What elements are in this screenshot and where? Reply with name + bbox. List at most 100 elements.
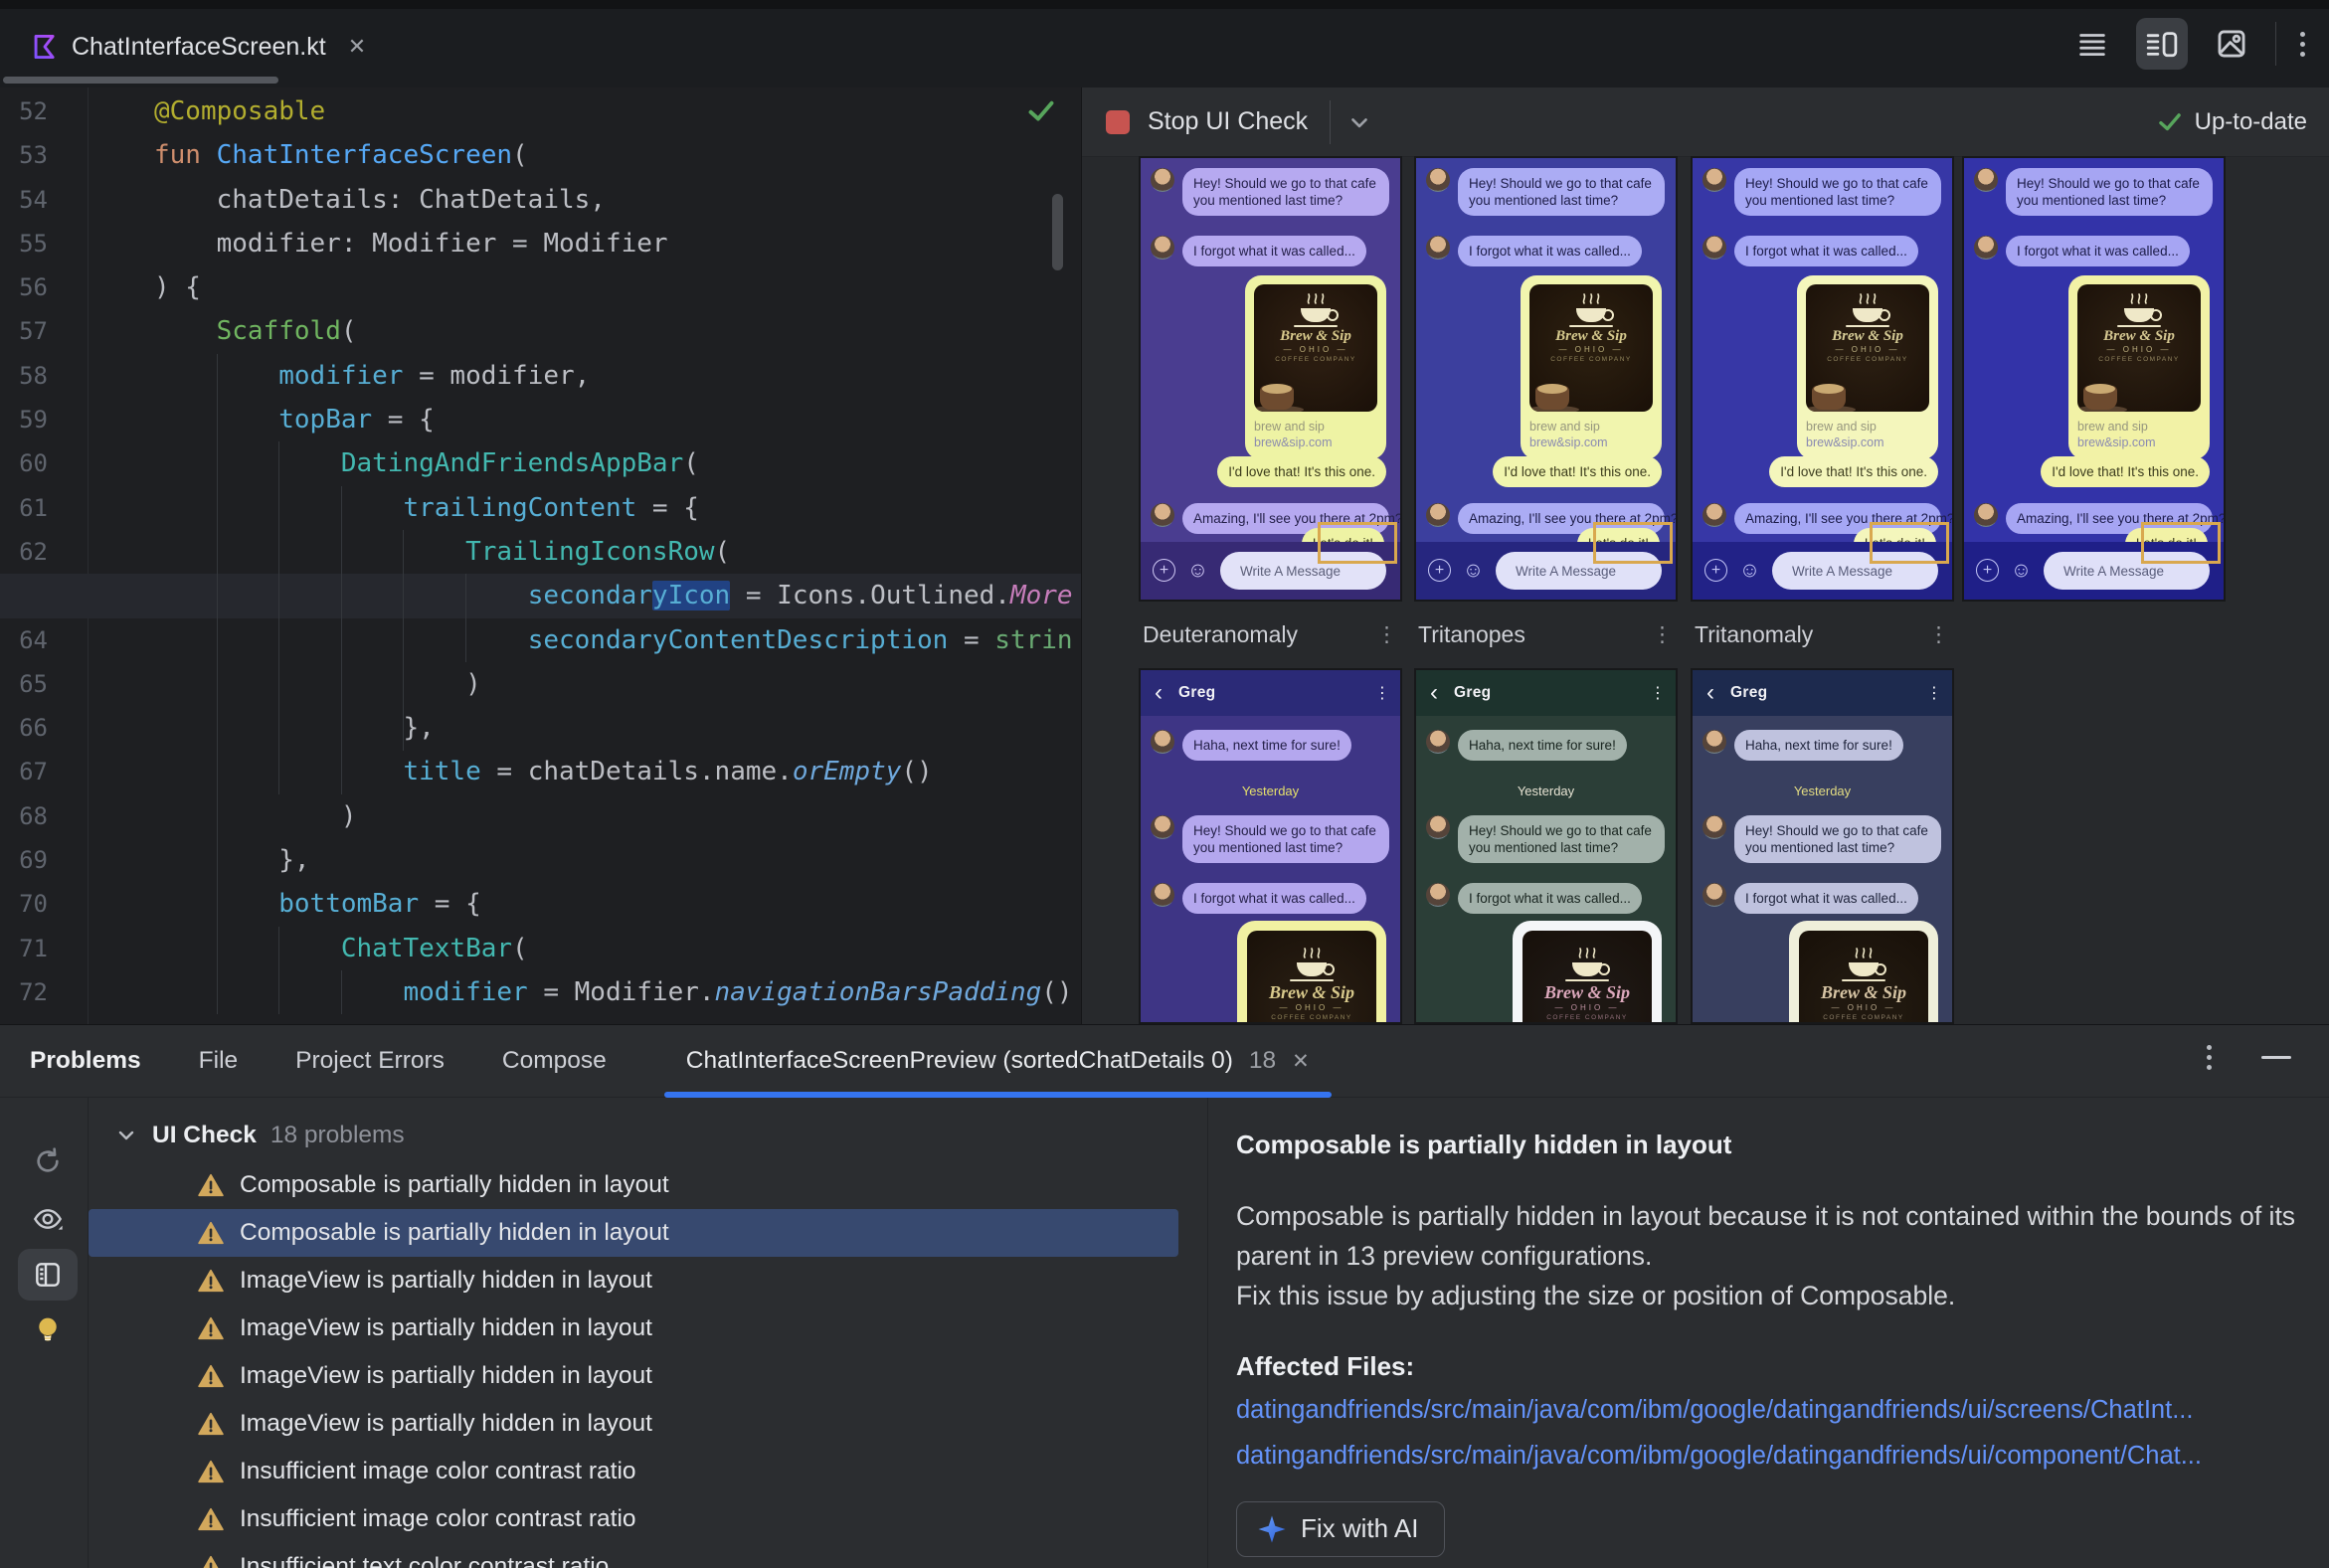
stop-dropdown-chevron-icon[interactable]	[1346, 109, 1372, 135]
code-line[interactable]: ChatTextBar(	[0, 927, 1081, 970]
card-caption: brew&sip.com	[1806, 436, 1884, 449]
add-icon[interactable]: +	[1704, 559, 1727, 582]
eye-filter-icon[interactable]	[18, 1193, 78, 1245]
chat-message-received: Haha, next time for sure!	[1151, 730, 1351, 761]
back-icon[interactable]: ‹	[1155, 681, 1163, 705]
preview-phone-row1[interactable]: Hey! Should we go to that cafe you menti…	[1414, 156, 1678, 602]
panel-kebab-menu-icon[interactable]	[2201, 1039, 2218, 1076]
code-line[interactable]: chatDetails: ChatDetails,	[0, 178, 1081, 222]
split-view-icon[interactable]	[2136, 18, 2188, 70]
problem-item[interactable]: ImageView is partially hidden in layout	[89, 1400, 1206, 1448]
panel-tab-preview-active[interactable]: ChatInterfaceScreenPreview (sortedChatDe…	[663, 1025, 1332, 1098]
preview-phone-row1[interactable]: Hey! Should we go to that cafe you menti…	[1691, 156, 1954, 602]
code-line[interactable]: modifier = modifier,	[0, 354, 1081, 398]
shared-link-card[interactable]: Brew & Sip — OHIO — COFFEE COMPANY brew and…	[1797, 275, 1938, 459]
emoji-icon[interactable]: ☺	[2010, 559, 2033, 582]
code-line[interactable]: modifier = Modifier.navigationBarsPaddin…	[0, 970, 1081, 1014]
preview-canvas[interactable]: Hey! Should we go to that cafe you menti…	[1082, 156, 2329, 1024]
preview-phone-row2[interactable]: ‹ Greg ⋮ Haha, next time for sure! Yesterday…	[1139, 668, 1402, 1024]
main-kebab-menu-icon[interactable]	[2294, 26, 2311, 63]
code-line[interactable]: )	[0, 794, 1081, 838]
code-line[interactable]: )	[0, 662, 1081, 706]
problem-item[interactable]: ImageView is partially hidden in layout	[89, 1257, 1206, 1305]
code-line[interactable]: ) {	[0, 265, 1081, 309]
preview-phone-row2[interactable]: ‹ Greg ⋮ Haha, next time for sure! Yesterday…	[1691, 668, 1954, 1024]
shared-link-card[interactable]: Brew & Sip — OHIO — COFFEE COMPANY brew and…	[1245, 275, 1386, 459]
details-view-icon[interactable]	[18, 1249, 78, 1301]
shared-link-card[interactable]: Brew & Sip — OHIO — COFFEE COMPANY	[1237, 921, 1386, 1022]
code-line[interactable]: secondaryContentDescription = strin	[0, 618, 1081, 662]
panel-tab-problems[interactable]: Problems	[30, 1047, 141, 1075]
code-editor[interactable]: 5253545556575859606162636465666768697071…	[0, 87, 1082, 1024]
problem-item[interactable]: ImageView is partially hidden in layout	[89, 1352, 1206, 1400]
emoji-icon[interactable]: ☺	[1738, 559, 1761, 582]
editor-scrollbar[interactable]	[1052, 194, 1063, 270]
editor-tab-chatinterfacescreen[interactable]: ChatInterfaceScreen.kt ✕	[18, 18, 380, 76]
tab-close-icon[interactable]: ✕	[1292, 1049, 1310, 1074]
tab-strip-scrollbar[interactable]	[3, 77, 278, 84]
preview-view-icon[interactable]	[2206, 18, 2257, 70]
code-line[interactable]: onAddClick = {}	[0, 1014, 1081, 1024]
code-line[interactable]: @Composable	[0, 89, 1081, 133]
code-line[interactable]: Scaffold(	[0, 309, 1081, 353]
code-line[interactable]: fun ChatInterfaceScreen(	[0, 133, 1081, 177]
lightbulb-icon[interactable]	[18, 1305, 78, 1356]
tab-close-icon[interactable]: ✕	[348, 34, 366, 60]
coffee-cup-icon	[1846, 308, 1890, 327]
shared-link-card[interactable]: Brew & Sip — OHIO — COFFEE COMPANY	[1513, 921, 1662, 1022]
card-arc-text: COFFEE COMPANY	[1275, 356, 1356, 363]
stop-ui-check-button[interactable]: Stop UI Check	[1106, 107, 1308, 136]
warning-icon	[198, 1364, 224, 1388]
code-line[interactable]: DatingAndFriendsAppBar(	[0, 441, 1081, 485]
shared-link-card[interactable]: Brew & Sip — OHIO — COFFEE COMPANY brew and…	[2068, 275, 2210, 459]
code-line[interactable]: modifier: Modifier = Modifier	[0, 222, 1081, 265]
preview-kebab-icon[interactable]: ⋮	[1928, 622, 1950, 647]
code-line[interactable]: bottomBar = {	[0, 882, 1081, 926]
code-line[interactable]: trailingContent = {	[0, 486, 1081, 530]
code-line[interactable]: title = chatDetails.name.orEmpty()	[0, 750, 1081, 793]
chat-kebab-icon[interactable]: ⋮	[1650, 683, 1666, 703]
ui-check-group-row[interactable]: UI Check 18 problems	[89, 1110, 1206, 1161]
code-area[interactable]: @Composable fun ChatInterfaceScreen( chat…	[0, 89, 1081, 1024]
problem-item[interactable]: Insufficient text color contrast ratio	[89, 1543, 1206, 1568]
emoji-icon[interactable]: ☺	[1186, 559, 1209, 582]
problem-item[interactable]: ImageView is partially hidden in layout	[89, 1305, 1206, 1352]
preview-phone-row1[interactable]: Hey! Should we go to that cafe you menti…	[1139, 156, 1402, 602]
back-icon[interactable]: ‹	[1430, 681, 1438, 705]
chat-kebab-icon[interactable]: ⋮	[1374, 683, 1390, 703]
ai-sparkle-icon	[1258, 1515, 1286, 1542]
preview-kebab-icon[interactable]: ⋮	[1652, 622, 1674, 647]
problem-item[interactable]: Insufficient image color contrast ratio	[89, 1495, 1206, 1543]
code-line[interactable]: },	[0, 706, 1081, 750]
add-icon[interactable]: +	[1428, 559, 1451, 582]
panel-tab-project-errors[interactable]: Project Errors	[295, 1047, 445, 1075]
affected-file-link[interactable]: datingandfriends/src/main/java/com/ibm/g…	[1236, 1438, 2329, 1474]
emoji-icon[interactable]: ☺	[1462, 559, 1485, 582]
code-view-icon[interactable]	[2066, 18, 2118, 70]
affected-file-link[interactable]: datingandfriends/src/main/java/com/ibm/g…	[1236, 1392, 2329, 1428]
code-line[interactable]: },	[0, 838, 1081, 882]
chat-message-sent: I'd love that! It's this one.	[1493, 456, 1662, 487]
panel-tab-compose[interactable]: Compose	[502, 1047, 607, 1075]
problem-item[interactable]: Insufficient image color contrast ratio	[89, 1448, 1206, 1495]
fix-with-ai-button[interactable]: Fix with AI	[1236, 1501, 1446, 1557]
shared-link-card[interactable]: Brew & Sip — OHIO — COFFEE COMPANY	[1789, 921, 1938, 1022]
code-line[interactable]: topBar = {	[0, 398, 1081, 441]
inspection-ok-icon[interactable]	[1026, 97, 1056, 130]
shared-link-card[interactable]: Brew & Sip — OHIO — COFFEE COMPANY brew and…	[1521, 275, 1662, 459]
chat-kebab-icon[interactable]: ⋮	[1926, 683, 1942, 703]
preview-kebab-icon[interactable]: ⋮	[1376, 622, 1398, 647]
problems-tree[interactable]: UI Check 18 problems Composable is parti…	[89, 1098, 1206, 1568]
preview-phone-row2[interactable]: ‹ Greg ⋮ Haha, next time for sure! Yesterday…	[1414, 668, 1678, 1024]
problem-item[interactable]: Composable is partially hidden in layout	[89, 1161, 1206, 1209]
panel-minimize-icon[interactable]	[2251, 1046, 2301, 1069]
back-icon[interactable]: ‹	[1706, 681, 1714, 705]
panel-tab-file[interactable]: File	[199, 1047, 238, 1075]
preview-phone-row1[interactable]: Hey! Should we go to that cafe you menti…	[1962, 156, 2226, 602]
code-line[interactable]: TrailingIconsRow(	[0, 530, 1081, 574]
add-icon[interactable]: +	[1153, 559, 1175, 582]
refresh-icon[interactable]	[18, 1135, 78, 1187]
problem-item[interactable]: Composable is partially hidden in layout	[89, 1209, 1178, 1257]
add-icon[interactable]: +	[1976, 559, 1999, 582]
code-line[interactable]: secondaryIcon = Icons.Outlined.More	[0, 574, 1081, 618]
